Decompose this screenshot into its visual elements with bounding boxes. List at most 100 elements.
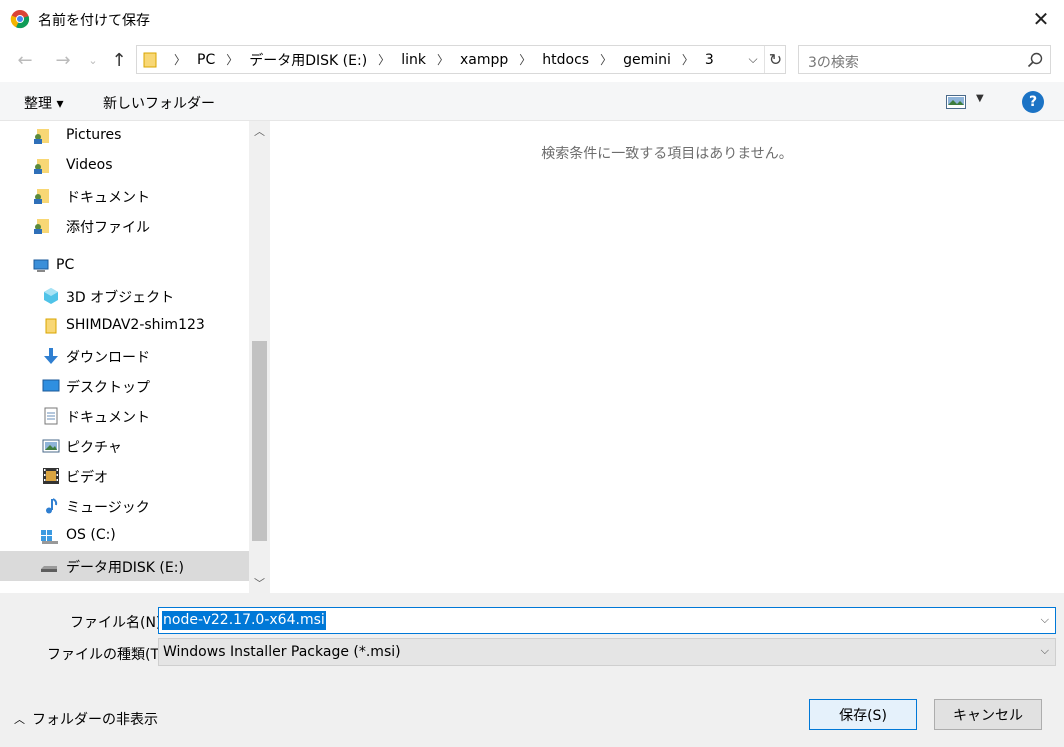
search-input[interactable]: 3の検索 xyxy=(808,52,859,72)
sidebar-item-pictures[interactable]: Pictures xyxy=(0,121,249,151)
sidebar-item-label: デスクトップ xyxy=(66,380,150,396)
help-icon[interactable]: ? xyxy=(1022,91,1044,113)
organize-menu[interactable]: 整理 ▾ xyxy=(24,93,63,113)
sidebar-item-documents-shared[interactable]: ドキュメント xyxy=(0,181,249,211)
navigation-pane: Pictures Videos ドキュメント 添付ファイル PC 3D オブジェ… xyxy=(0,121,249,593)
chevron-down-icon[interactable]: ⌵ xyxy=(1041,644,1049,658)
sidebar-scrollbar[interactable]: ︿ ﹀ xyxy=(249,121,270,593)
sidebar-item-label: Videos xyxy=(66,157,113,173)
pc-icon xyxy=(33,259,49,272)
sidebar-item-label: ピクチャ xyxy=(66,440,122,456)
chevron-down-icon[interactable]: ⌵ xyxy=(1041,613,1049,627)
up-arrow-icon: ↑ xyxy=(111,49,127,71)
breadcrumb-item-link[interactable]: link xyxy=(401,52,426,68)
forward-button[interactable]: → xyxy=(50,47,76,73)
filetype-label: ファイルの種類(T): xyxy=(47,647,170,663)
sidebar-item-label: Pictures xyxy=(66,127,122,143)
sidebar-item-label: 添付ファイル xyxy=(66,220,150,236)
sidebar-item-label: SHIMDAV2-shim123 xyxy=(66,317,205,333)
refresh-icon: ↻ xyxy=(768,50,783,69)
breadcrumb-item-htdocs[interactable]: htdocs xyxy=(542,52,589,68)
recent-locations-button[interactable]: ⌄ xyxy=(80,47,106,73)
chevron-down-icon: ﹀ xyxy=(254,577,265,590)
breadcrumb-item-3[interactable]: 3 xyxy=(705,52,714,68)
title-bar: 名前を付けて保存 ✕ xyxy=(0,0,1064,38)
search-box[interactable]: 3の検索 xyxy=(798,45,1051,74)
sidebar-item-label: OS (C:) xyxy=(66,527,116,543)
music-icon xyxy=(46,498,58,514)
sidebar-item-label: PC xyxy=(56,257,75,273)
sidebar-item-music[interactable]: ミュージック xyxy=(0,491,249,521)
windows-drive-icon xyxy=(41,530,58,544)
sidebar-item-videos-lib[interactable]: ビデオ xyxy=(0,461,249,491)
breadcrumb-item-pc[interactable]: PC xyxy=(197,52,215,68)
chevron-right-icon: 〉 xyxy=(174,53,187,67)
chevron-right-icon[interactable]: 〉 xyxy=(437,51,449,68)
chevron-down-icon: ⌵ xyxy=(748,52,758,66)
filetype-value: Windows Installer Package (*.msi) xyxy=(163,644,401,660)
save-form: ファイル名(N): node-v22.17.0-x64.msi ⌵ ファイルの種… xyxy=(0,593,1064,747)
filename-label: ファイル名(N): xyxy=(70,615,167,631)
close-icon: ✕ xyxy=(1032,7,1050,31)
hide-folders-label: フォルダーの非表示 xyxy=(32,712,158,728)
sidebar-item-pc[interactable]: PC xyxy=(0,251,249,281)
sidebar-item-label: 3D オブジェクト xyxy=(66,290,175,306)
chrome-icon xyxy=(10,10,30,29)
sidebar-item-label: ミュージック xyxy=(66,500,150,516)
command-bar: 整理 ▾ 新しいフォルダー ▼ ? xyxy=(0,82,1064,121)
view-options-icon[interactable] xyxy=(946,95,966,109)
filetype-select[interactable]: Windows Installer Package (*.msi) ⌵ xyxy=(158,638,1056,666)
user-folder-icon xyxy=(34,189,49,204)
scrollbar-thumb[interactable] xyxy=(252,341,267,541)
3d-objects-icon xyxy=(44,288,58,304)
sidebar-item-3d-objects[interactable]: 3D オブジェクト xyxy=(0,281,249,311)
file-list[interactable]: 検索条件に一致する項目はありません。 xyxy=(270,121,1064,593)
sidebar-item-documents[interactable]: ドキュメント xyxy=(0,401,249,431)
search-icon[interactable] xyxy=(1026,51,1044,69)
scroll-down-button[interactable]: ﹀ xyxy=(249,573,270,593)
save-button[interactable]: 保存(S) xyxy=(809,699,917,730)
breadcrumb-item-xampp[interactable]: xampp xyxy=(460,52,508,68)
sidebar-item-label: ドキュメント xyxy=(66,410,150,426)
chevron-right-icon[interactable]: 〉 xyxy=(682,51,694,68)
forward-arrow-icon: → xyxy=(55,49,71,71)
sidebar-item-downloads[interactable]: ダウンロード xyxy=(0,341,249,371)
back-button[interactable]: ← xyxy=(12,47,38,73)
address-history-button[interactable]: ⌵ xyxy=(742,46,764,73)
chevron-right-icon[interactable]: 〉 xyxy=(519,51,531,68)
chevron-up-icon: ︿ xyxy=(254,125,265,138)
document-icon xyxy=(44,407,58,425)
drive-icon xyxy=(41,566,57,572)
address-bar[interactable]: 〉 PC 〉 データ用DISK (E:) 〉 link 〉 xampp 〉 ht… xyxy=(136,45,786,74)
sidebar-item-attachments[interactable]: 添付ファイル xyxy=(0,211,249,241)
sidebar-item-pictures-lib[interactable]: ピクチャ xyxy=(0,431,249,461)
breadcrumb-item-gemini[interactable]: gemini xyxy=(623,52,671,68)
scroll-up-button[interactable]: ︿ xyxy=(249,121,270,141)
breadcrumb-item-drive[interactable]: データ用DISK (E:) xyxy=(249,50,367,70)
user-folder-icon xyxy=(34,219,49,234)
hide-folders-toggle[interactable]: ︿ フォルダーの非表示 xyxy=(14,709,158,729)
chevron-up-icon: ︿ xyxy=(14,713,25,726)
video-icon xyxy=(43,468,59,484)
sidebar-item-shimdav2[interactable]: SHIMDAV2-shim123 xyxy=(0,311,249,341)
chevron-right-icon[interactable]: 〉 xyxy=(378,51,390,68)
filename-field[interactable]: node-v22.17.0-x64.msi ⌵ xyxy=(158,607,1056,634)
refresh-button[interactable]: ↻ xyxy=(764,46,786,73)
sidebar-item-videos[interactable]: Videos xyxy=(0,151,249,181)
cancel-button[interactable]: キャンセル xyxy=(934,699,1042,730)
chevron-right-icon[interactable]: 〉 xyxy=(600,51,612,68)
folder-icon xyxy=(143,52,157,68)
view-dropdown-icon[interactable]: ▼ xyxy=(976,93,984,104)
chevron-right-icon[interactable]: 〉 xyxy=(226,51,238,68)
close-button[interactable]: ✕ xyxy=(1018,0,1064,38)
new-folder-button[interactable]: 新しいフォルダー xyxy=(103,93,215,113)
sidebar-item-label: データ用DISK (E:) xyxy=(66,560,184,576)
download-icon xyxy=(44,348,58,364)
sidebar-item-os-c[interactable]: OS (C:) xyxy=(0,521,249,551)
folder-icon xyxy=(45,318,57,334)
up-button[interactable]: ↑ xyxy=(106,47,132,73)
filename-input[interactable]: node-v22.17.0-x64.msi xyxy=(162,611,326,630)
sidebar-item-desktop[interactable]: デスクトップ xyxy=(0,371,249,401)
sidebar-item-data-disk-e[interactable]: データ用DISK (E:) xyxy=(0,551,249,581)
breadcrumb: 〉 PC 〉 データ用DISK (E:) 〉 link 〉 xampp 〉 ht… xyxy=(163,46,714,73)
